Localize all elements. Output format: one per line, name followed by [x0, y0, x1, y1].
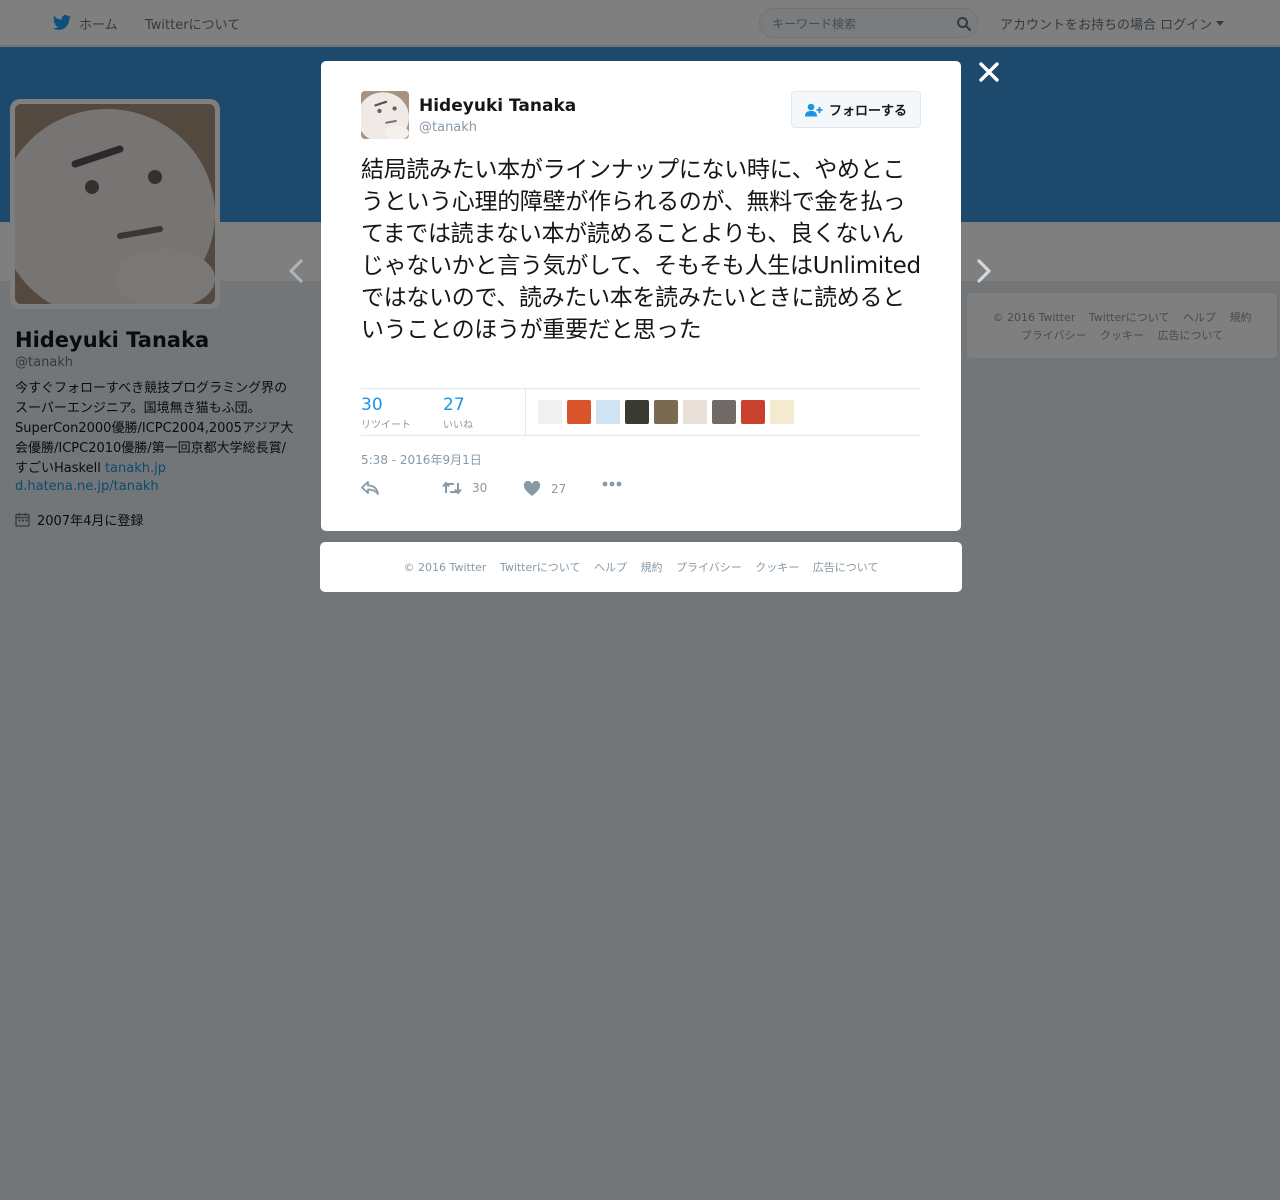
tweet-author-handle[interactable]: @tanakh: [419, 120, 477, 135]
tweet-actions: 30 27: [361, 481, 921, 501]
modal-footer-link-ads[interactable]: 広告について: [813, 561, 879, 574]
next-tweet-arrow-icon[interactable]: [972, 258, 996, 284]
yellow-character-avatar-icon[interactable]: [625, 400, 649, 424]
like-count: 27: [443, 395, 465, 415]
reply-button[interactable]: [361, 481, 389, 495]
like-action-count: 27: [551, 482, 567, 496]
blue-sketch-avatar-icon[interactable]: [596, 400, 620, 424]
retweet-stat[interactable]: 30 リツイート: [361, 395, 411, 431]
tweet-author-name[interactable]: Hideyuki Tanaka: [419, 96, 576, 116]
heart-icon: [523, 481, 541, 496]
reply-icon: [361, 481, 379, 495]
tweet-author-avatar[interactable]: [361, 91, 409, 139]
tweet-stats: 30 リツイート 27 いいね: [361, 388, 921, 436]
more-options-button[interactable]: [602, 481, 632, 487]
retweet-count: 30: [361, 395, 383, 415]
previous-tweet-arrow-icon[interactable]: [284, 258, 308, 284]
liker-avatars: [538, 400, 799, 424]
modal-footer-link-about[interactable]: Twitterについて: [500, 561, 581, 574]
like-stat[interactable]: 27 いいね: [443, 395, 473, 431]
red-character-avatar-icon[interactable]: [741, 400, 765, 424]
like-label: いいね: [443, 420, 473, 431]
stats-divider: [525, 389, 526, 435]
tweet-modal: Hideyuki Tanaka @tanakh フォローする 結局読みたい本がラ…: [321, 61, 961, 531]
tweet-text: 結局読みたい本がラインナップにない時に、やめとこうという心理的障壁が作られるのが…: [361, 157, 921, 343]
add-user-icon: [804, 103, 823, 116]
snowman-face-icon: [361, 91, 409, 139]
blonde-character-avatar-icon[interactable]: [770, 400, 794, 424]
retweet-label: リツイート: [361, 420, 411, 431]
cat-photo-avatar-icon[interactable]: [712, 400, 736, 424]
retweet-icon: [442, 481, 462, 495]
more-dots-icon: [602, 481, 622, 487]
anime-girl-avatar-icon[interactable]: [683, 400, 707, 424]
follow-button[interactable]: フォローする: [791, 91, 921, 128]
tweet-timestamp[interactable]: 5:38 - 2016年9月1日: [361, 451, 482, 468]
like-button[interactable]: 27: [523, 481, 566, 497]
retweet-button[interactable]: 30: [442, 481, 487, 495]
bear-avatar-icon[interactable]: [654, 400, 678, 424]
cat-avatar-icon[interactable]: [538, 400, 562, 424]
modal-footer: © 2016 Twitter Twitterについて ヘルプ 規約 プライバシー…: [320, 542, 962, 592]
modal-footer-copyright: © 2016 Twitter: [403, 561, 487, 574]
modal-footer-link-terms[interactable]: 規約: [640, 561, 662, 574]
follow-button-label: フォローする: [828, 104, 907, 119]
modal-footer-link-privacy[interactable]: プライバシー: [676, 561, 742, 574]
modal-footer-link-cookies[interactable]: クッキー: [755, 561, 799, 574]
close-icon[interactable]: [977, 60, 1001, 84]
orange-avatar-icon[interactable]: [567, 400, 591, 424]
retweet-action-count: 30: [472, 481, 488, 495]
modal-footer-link-help[interactable]: ヘルプ: [594, 561, 627, 574]
